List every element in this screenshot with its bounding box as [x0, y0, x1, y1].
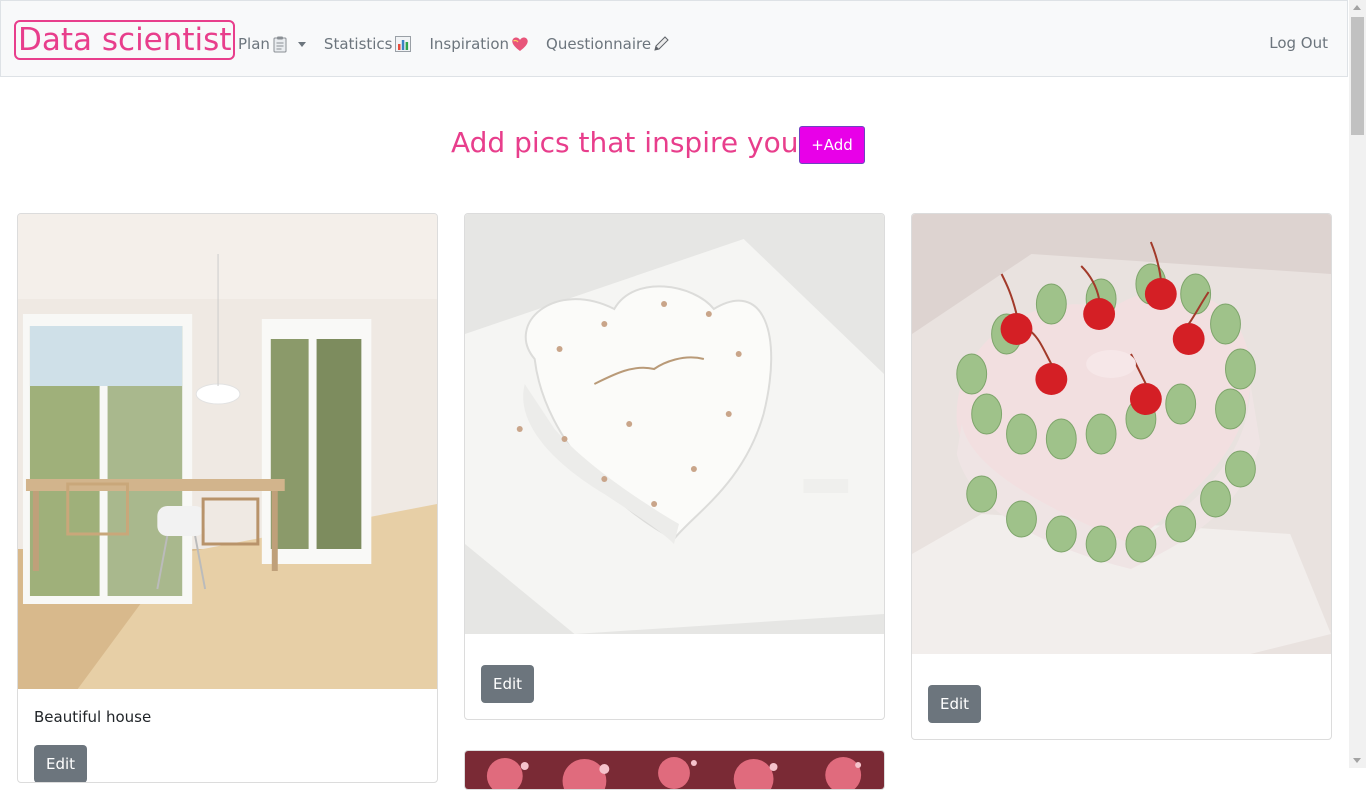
nav-plan-dropdown[interactable]: Plan — [238, 34, 306, 54]
nav-inspiration-label: Inspiration — [429, 35, 510, 53]
nav-plan-label: Plan — [238, 35, 270, 53]
brand-logo[interactable]: Data scientist — [14, 20, 236, 60]
nav-questionnaire[interactable]: Questionnaire — [546, 34, 670, 54]
edit-button[interactable]: Edit — [928, 685, 981, 723]
inspiration-card: Beautiful house Edit — [17, 213, 438, 783]
scroll-down-arrow-icon[interactable] — [1353, 758, 1361, 763]
bar-chart-icon — [394, 35, 412, 53]
card-caption: Beautiful house — [34, 708, 152, 726]
heart-icon — [510, 35, 528, 53]
chevron-down-icon — [297, 41, 306, 47]
add-picture-button[interactable]: +Add — [799, 126, 865, 164]
nav-statistics-label: Statistics — [323, 35, 393, 53]
inspiration-card: Edit — [464, 213, 885, 720]
scrollbar-thumb[interactable] — [1351, 17, 1364, 135]
logout-link[interactable]: Log Out — [1269, 34, 1328, 52]
vertical-scrollbar[interactable] — [1349, 0, 1366, 768]
nav-questionnaire-label: Questionnaire — [546, 35, 652, 53]
page-title: Add pics that inspire you! — [451, 126, 810, 159]
scroll-up-arrow-icon[interactable] — [1353, 5, 1361, 10]
house-photo — [18, 214, 437, 689]
heart-cake-white-photo — [465, 214, 884, 634]
pencil-icon — [652, 35, 670, 53]
nav-inspiration[interactable]: Inspiration — [430, 34, 529, 54]
clipboard-icon — [271, 35, 289, 53]
nav-links: Plan Statistics Inspiration Questionnair… — [238, 34, 688, 54]
disco-ball-photo — [465, 751, 884, 789]
nav-statistics[interactable]: Statistics — [324, 34, 412, 54]
heart-cake-cherries-photo — [912, 214, 1331, 654]
inspiration-card — [464, 750, 885, 790]
edit-button[interactable]: Edit — [481, 665, 534, 703]
navbar: Data scientist Plan Statistics Inspirati… — [0, 0, 1348, 77]
inspiration-card: Edit — [911, 213, 1332, 740]
edit-button[interactable]: Edit — [34, 745, 87, 782]
